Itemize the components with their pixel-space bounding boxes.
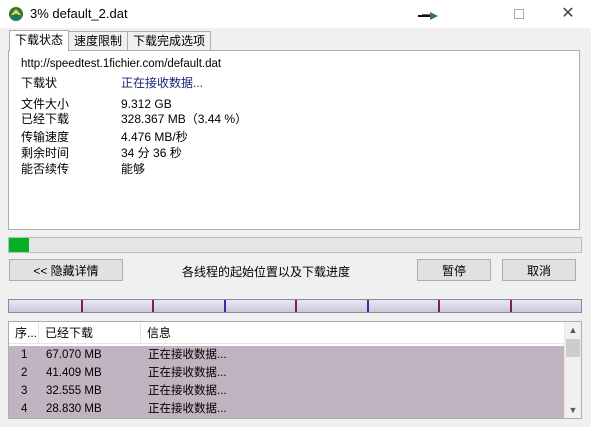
thread-index: 1 [21, 349, 28, 361]
file-size-label: 文件大小 [21, 97, 70, 111]
column-header-info[interactable]: 信息 [141, 322, 565, 344]
thread-index: 2 [21, 367, 28, 379]
thread-info: 正在接收数据... [148, 349, 227, 361]
thread-info: 正在接收数据... [148, 385, 227, 397]
resume-capability-label: 能否续传 [21, 162, 70, 176]
thread-start-marker [80, 300, 83, 312]
thread-list-scrollbar[interactable]: ▲ ▼ [564, 322, 581, 418]
table-row[interactable]: 1 67.070 MB 正在接收数据... [9, 346, 565, 364]
thread-start-marker [366, 300, 369, 312]
thread-index: 5 [21, 418, 27, 419]
table-row[interactable]: 5 正在接收数据... [9, 418, 565, 419]
downloaded-label: 已经下载 [21, 112, 70, 126]
tab-download-status[interactable]: 下载状态 [9, 30, 70, 51]
resume-capability-value: 能够 [121, 162, 146, 176]
cancel-button[interactable]: 取消 [502, 259, 576, 281]
thread-downloaded: 41.409 MB [46, 367, 102, 379]
file-size-value: 9.312 GB [121, 97, 172, 111]
maximize-button[interactable] [496, 0, 542, 28]
thread-start-marker [295, 300, 297, 312]
thread-list-header: 序... 已经下载 信息 [9, 322, 565, 344]
close-icon: ✕ [561, 5, 575, 22]
thread-list-rows: 1 67.070 MB 正在接收数据... 2 41.409 MB 正在接收数据... 3 3… [9, 346, 565, 419]
thread-start-marker [509, 300, 512, 312]
time-left-value: 34 分 36 秒 [121, 146, 182, 160]
pause-button[interactable]: 暂停 [417, 259, 491, 281]
thread-list: 序... 已经下载 信息 1 67.070 MB 正在接收数据... 2 41.409 … [8, 321, 582, 419]
tab-completion-options[interactable]: 下载完成选项 [127, 31, 212, 51]
thread-downloaded: 32.555 MB [46, 385, 102, 397]
status-value: 正在接收数据... [121, 76, 204, 90]
idm-app-icon [8, 6, 24, 22]
download-url: http://speedtest.1fichier.com/default.da… [21, 58, 222, 70]
scroll-up-icon[interactable]: ▲ [565, 322, 581, 338]
minimize-button[interactable] [404, 0, 450, 28]
thread-info: 正在接收数据... [148, 418, 227, 419]
maximize-icon [514, 9, 524, 19]
thread-index: 4 [21, 403, 28, 415]
tab-speed-limit[interactable]: 速度限制 [68, 31, 129, 51]
status-label: 下载状 [21, 76, 58, 90]
thread-downloaded: 28.830 MB [46, 403, 102, 415]
table-row[interactable]: 3 32.555 MB 正在接收数据... [9, 382, 565, 400]
column-header-downloaded[interactable]: 已经下载 [39, 322, 141, 344]
title-bar: 3% default_2.dat ✕ [0, 0, 591, 28]
transfer-speed-label: 传输速度 [21, 130, 70, 144]
time-left-label: 剩余时间 [21, 146, 70, 160]
thread-start-marker [152, 300, 154, 312]
minimize-icon [422, 13, 432, 15]
thread-index: 3 [21, 385, 28, 397]
download-progress-fill [9, 238, 29, 252]
close-button[interactable]: ✕ [545, 0, 591, 28]
column-header-index[interactable]: 序... [9, 322, 39, 344]
thread-start-marker [438, 300, 440, 312]
download-progress-bar [8, 237, 582, 253]
download-status-panel: http://speedtest.1fichier.com/default.da… [8, 50, 580, 230]
hide-details-button[interactable]: << 隐藏详情 [9, 259, 123, 281]
thread-segments-bar [8, 299, 582, 313]
table-row[interactable]: 4 28.830 MB 正在接收数据... [9, 400, 565, 418]
downloaded-value: 328.367 MB（3.44 %） [121, 112, 248, 126]
thread-start-marker [223, 300, 226, 312]
table-row[interactable]: 2 41.409 MB 正在接收数据... [9, 364, 565, 382]
thread-progress-label: 各线程的起始位置以及下载进度 [182, 265, 351, 279]
scrollbar-thumb[interactable] [566, 339, 580, 357]
scroll-down-icon[interactable]: ▼ [565, 402, 581, 418]
transfer-speed-value: 4.476 MB/秒 [121, 130, 188, 144]
tab-strip: 下载状态 速度限制 下载完成选项 [9, 30, 212, 51]
window-title: 3% default_2.dat [30, 6, 128, 21]
thread-info: 正在接收数据... [148, 403, 227, 415]
thread-downloaded: 67.070 MB [46, 349, 102, 361]
thread-info: 正在接收数据... [148, 367, 227, 379]
